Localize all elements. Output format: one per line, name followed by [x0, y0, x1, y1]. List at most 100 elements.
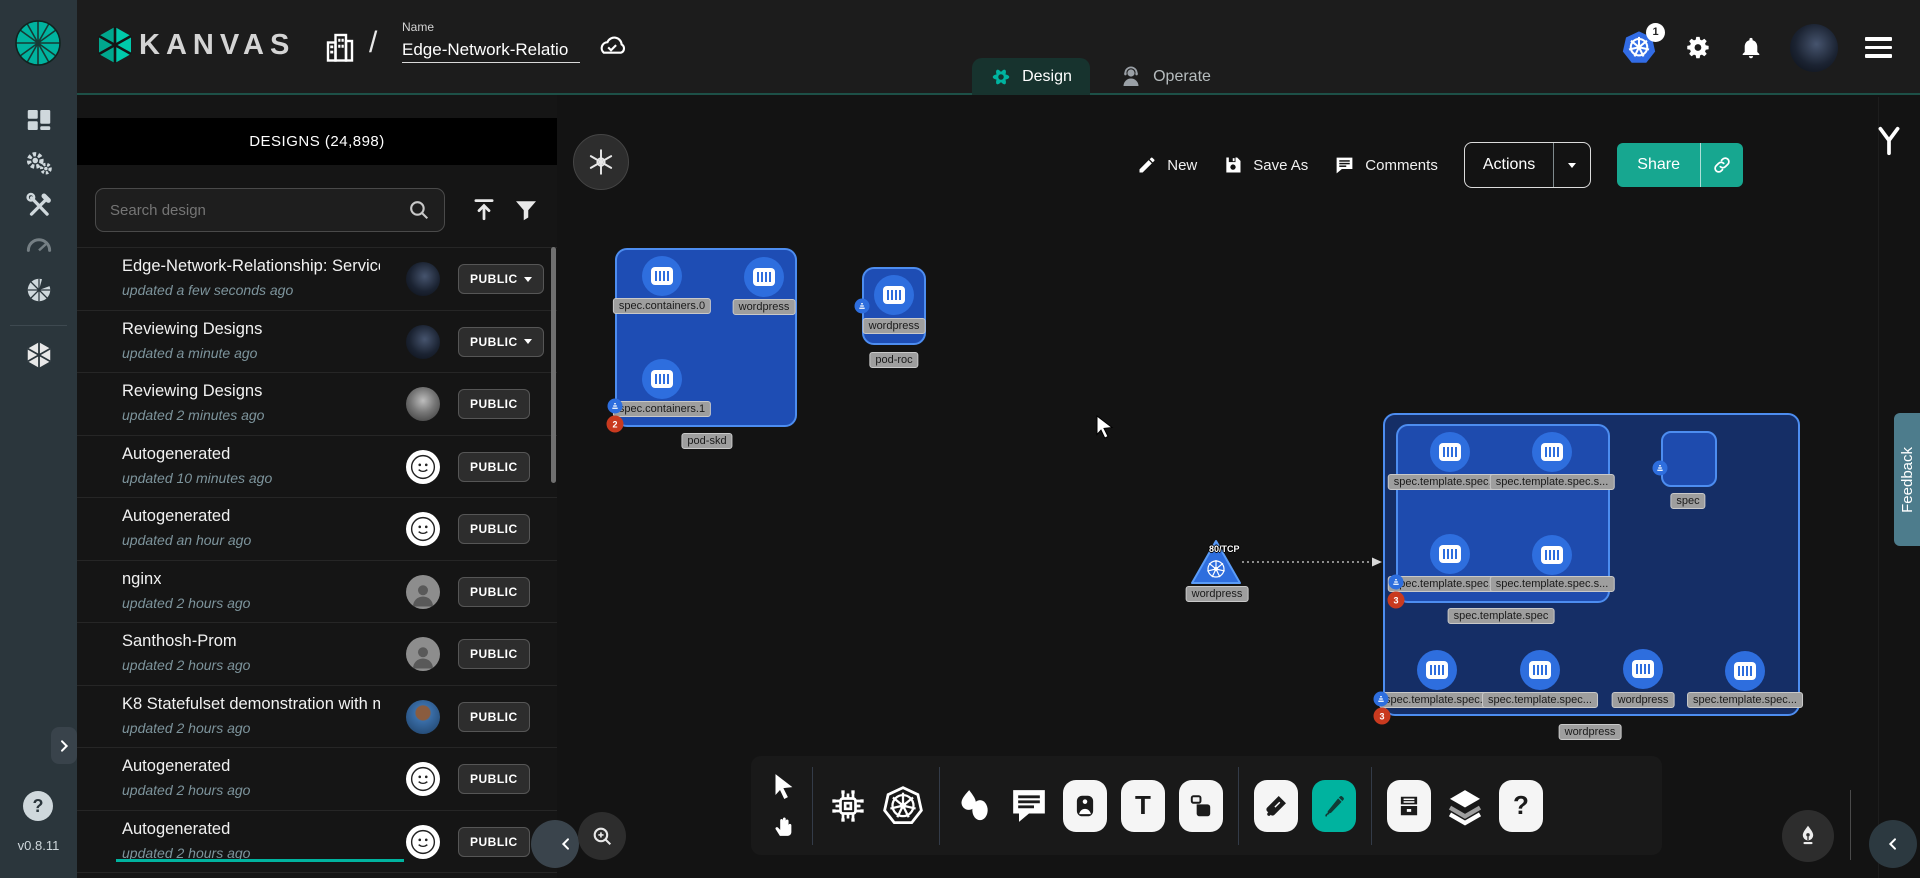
container-node[interactable] [874, 275, 914, 315]
design-list-item[interactable]: nginx updated 2 hours ago PUBLIC [77, 561, 557, 624]
kubernetes-tool[interactable] [882, 784, 924, 828]
visibility-badge[interactable]: PUBLIC [458, 577, 530, 607]
design-canvas[interactable]: New Save As Comments Actions [557, 95, 1920, 878]
visibility-badge[interactable]: PUBLIC [458, 514, 530, 544]
visibility-badge[interactable]: PUBLIC [458, 639, 530, 669]
sidebar-item-dashboard[interactable] [0, 105, 77, 135]
shapes-tool[interactable] [955, 785, 995, 827]
error-count-badge[interactable]: 2 [607, 416, 624, 433]
visibility-badge[interactable]: PUBLIC [458, 702, 530, 732]
container-node[interactable] [1623, 649, 1663, 689]
snowflake-button[interactable] [573, 134, 629, 190]
design-list-item[interactable]: Autogenerated updated an hour ago PUBLIC [77, 498, 557, 561]
container-node[interactable] [1532, 535, 1572, 575]
search-input[interactable] [95, 188, 445, 232]
actions-button[interactable]: Actions [1464, 142, 1591, 188]
design-name-input[interactable] [402, 38, 580, 63]
collapse-panel-button[interactable] [531, 820, 579, 868]
design-list-item[interactable]: Autogenerated updated 2 hours ago PUBLIC [77, 748, 557, 811]
pen-tool[interactable] [1254, 780, 1298, 832]
copy-link-button[interactable] [1701, 143, 1743, 187]
design-list-item[interactable]: Edge-Network-Relationship: Service updat… [77, 248, 557, 311]
actions-caret-button[interactable] [1554, 143, 1590, 187]
component-tool[interactable] [828, 786, 868, 826]
sketch-tool[interactable] [1312, 780, 1356, 832]
container-node[interactable] [642, 359, 682, 399]
text-tool[interactable]: T [1121, 780, 1165, 832]
pod-icon-badge[interactable] [608, 399, 623, 414]
visibility-badge[interactable]: PUBLIC [458, 452, 530, 482]
visibility-badge[interactable]: PUBLIC [458, 327, 544, 357]
sidebar-item-kanvas[interactable] [0, 340, 77, 370]
pan-tool[interactable] [771, 812, 797, 838]
container-node[interactable] [1520, 650, 1560, 690]
visibility-badge[interactable]: PUBLIC [458, 827, 530, 857]
layers-tool[interactable] [1445, 785, 1485, 827]
organization-icon[interactable] [322, 28, 358, 66]
visibility-badge[interactable]: PUBLIC [458, 264, 544, 294]
container-node[interactable] [1725, 651, 1765, 691]
visibility-badge[interactable]: PUBLIC [458, 389, 530, 419]
node-label: spec.template.spec.s... [1490, 576, 1615, 592]
sidebar-item-configuration[interactable] [0, 191, 77, 221]
save-as-button[interactable]: Save As [1223, 155, 1308, 175]
menu-button[interactable] [1865, 37, 1892, 58]
list-scrollbar[interactable] [551, 247, 556, 483]
design-list-item[interactable]: Reviewing Designs updated 2 minutes ago … [77, 373, 557, 436]
nav-rail: ? v0.8.11 [0, 0, 77, 878]
select-tool[interactable] [772, 773, 797, 800]
zoom-button[interactable] [578, 812, 626, 860]
owner-avatar [406, 262, 440, 296]
pod-icon-badge[interactable] [855, 299, 870, 314]
rail-expand-button[interactable] [51, 727, 77, 764]
design-list-item[interactable]: K8 Statefulset demonstration with mo upd… [77, 686, 557, 749]
share-button[interactable]: Share [1617, 143, 1743, 187]
import-design-button[interactable] [469, 195, 499, 225]
container-node[interactable] [1430, 534, 1470, 574]
container-node[interactable] [1417, 650, 1457, 690]
pod-icon-badge[interactable] [1653, 461, 1668, 476]
design-list-item[interactable]: Reviewing Designs updated a minute ago P… [77, 311, 557, 374]
container-node[interactable] [744, 257, 784, 297]
sidebar-item-extensions[interactable] [0, 275, 77, 305]
drawer-tool[interactable] [1387, 780, 1431, 832]
merge-y-button[interactable] [1874, 125, 1904, 157]
menu-icon [1865, 37, 1892, 41]
expand-right-panel-button[interactable] [1869, 820, 1917, 868]
settings-button[interactable] [1685, 34, 1712, 61]
tab-design[interactable]: Design [972, 58, 1090, 95]
kubernetes-context-button[interactable]: 1 [1620, 29, 1658, 67]
error-count-badge[interactable]: 3 [1388, 592, 1405, 609]
design-list-item[interactable]: Autogenerated updated 10 minutes ago PUB… [77, 436, 557, 499]
pod-icon-badge[interactable] [1389, 575, 1404, 590]
help-tool[interactable]: ? [1499, 780, 1543, 832]
deployment-icon-badge[interactable] [1374, 692, 1389, 707]
feedback-tab[interactable]: Feedback [1894, 413, 1920, 546]
kanvas-app: ? v0.8.11 KANVAS / Name [0, 0, 1920, 878]
new-button[interactable]: New [1137, 155, 1197, 175]
magnifier-plus-icon [590, 824, 615, 849]
sidebar-item-lifecycle[interactable] [0, 148, 77, 178]
filter-button[interactable] [511, 195, 541, 225]
note-tool[interactable] [1179, 780, 1223, 832]
meshery-logo-icon[interactable] [14, 19, 62, 67]
user-avatar[interactable] [1790, 24, 1838, 72]
visibility-badge[interactable]: PUBLIC [458, 764, 530, 794]
container-node[interactable] [1532, 432, 1572, 472]
comment-tool[interactable] [1009, 785, 1049, 827]
container-node[interactable] [642, 256, 682, 296]
help-button[interactable]: ? [23, 791, 53, 821]
spec-node[interactable] [1661, 431, 1717, 487]
notifications-button[interactable] [1739, 36, 1763, 60]
pen-mode-button[interactable] [1782, 810, 1834, 862]
sketch-pencil-icon [1321, 791, 1347, 821]
image-tool[interactable] [1063, 780, 1107, 832]
tab-operate[interactable]: Operate [1099, 58, 1231, 95]
container-node[interactable] [1430, 432, 1470, 472]
comments-button[interactable]: Comments [1334, 155, 1438, 176]
design-list-item[interactable]: Santhosh-Prom updated 2 hours ago PUBLIC [77, 623, 557, 686]
sidebar-item-performance[interactable] [0, 231, 77, 261]
error-count-badge[interactable]: 3 [1374, 708, 1391, 725]
kanvas-logo-icon[interactable] [95, 25, 135, 65]
design-list-item[interactable]: Autogenerated updated 2 hours ago PUBLIC [77, 811, 557, 874]
